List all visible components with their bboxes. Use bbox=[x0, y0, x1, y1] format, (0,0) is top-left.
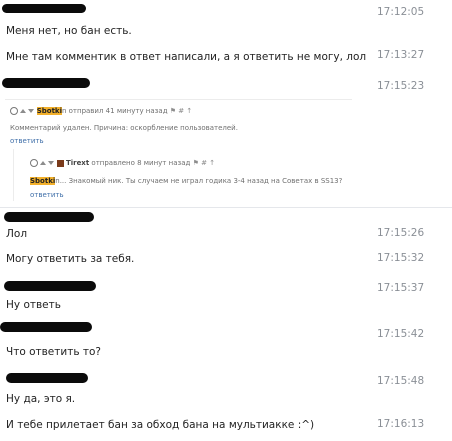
arrow-up-icon[interactable] bbox=[40, 161, 47, 165]
comment-meta: отправил 41 минуту назад bbox=[68, 107, 168, 115]
message-text: Что ответить то? bbox=[6, 346, 101, 358]
arrow-down-icon[interactable] bbox=[48, 161, 55, 165]
mention[interactable]: Sbotki bbox=[30, 177, 56, 185]
comment-header: Sbotkin отправил 41 минуту назад ⚑ # ↑ bbox=[10, 107, 192, 115]
message-text: Ну да, это я. bbox=[6, 393, 76, 405]
reply-link[interactable]: ответить bbox=[30, 191, 64, 199]
message-text: Могу ответить за тебя. bbox=[6, 253, 135, 265]
message-timestamp: 17:15:23 bbox=[377, 80, 425, 92]
arrow-down-icon[interactable] bbox=[28, 109, 35, 113]
up-small-icon[interactable]: ↑ bbox=[186, 107, 192, 115]
divider bbox=[5, 99, 352, 100]
message-text: Мне там комментик в ответ написали, а я … bbox=[6, 51, 367, 63]
clock-icon bbox=[10, 107, 18, 115]
redacted-sender-name bbox=[6, 373, 88, 383]
message-text: Меня нет, но бан есть. bbox=[6, 25, 132, 37]
comment-username[interactable]: Sbotki bbox=[36, 107, 62, 115]
redacted-sender-name bbox=[4, 281, 96, 291]
message-timestamp: 17:13:27 bbox=[377, 49, 425, 61]
flag-icon[interactable]: ⚑ bbox=[193, 159, 199, 167]
arrow-up-icon[interactable] bbox=[20, 109, 27, 113]
comment-username[interactable]: Tirext bbox=[66, 159, 89, 167]
redacted-sender-name bbox=[2, 78, 90, 88]
link-icon[interactable]: # bbox=[201, 159, 207, 167]
comment-header: Tirext отправлено 8 минут назад ⚑ # ↑ bbox=[30, 159, 215, 167]
reply-link[interactable]: ответить bbox=[10, 137, 44, 145]
comment-text: Sbotkin... Знакомый ник. Ты случаем не и… bbox=[30, 177, 342, 185]
message-timestamp: 17:12:05 bbox=[377, 6, 425, 18]
comment-text: Комментарий удален. Причина: оскорбление… bbox=[10, 124, 238, 132]
redacted-sender-name bbox=[0, 322, 92, 332]
message-timestamp: 17:16:13 bbox=[377, 418, 425, 430]
divider bbox=[0, 207, 452, 208]
message-timestamp: 17:15:37 bbox=[377, 282, 425, 294]
comment-meta: отправлено 8 минут назад bbox=[91, 159, 191, 167]
message-timestamp: 17:15:32 bbox=[377, 252, 425, 264]
flag-icon[interactable]: ⚑ bbox=[170, 107, 176, 115]
clock-icon bbox=[30, 159, 38, 167]
thread-line bbox=[13, 149, 14, 201]
message-timestamp: 17:15:48 bbox=[377, 375, 425, 387]
link-icon[interactable]: # bbox=[178, 107, 184, 115]
message-text: И тебе прилетает бан за обход бана на му… bbox=[6, 419, 315, 431]
message-timestamp: 17:15:26 bbox=[377, 227, 425, 239]
username-suffix: n bbox=[61, 107, 67, 115]
message-text: Ну ответь bbox=[6, 299, 61, 311]
redacted-sender-name bbox=[4, 212, 94, 222]
up-small-icon[interactable]: ↑ bbox=[209, 159, 215, 167]
message-timestamp: 17:15:42 bbox=[377, 328, 425, 340]
avatar bbox=[56, 159, 64, 167]
comment-body: n... Знакомый ник. Ты случаем не играл г… bbox=[55, 177, 343, 185]
redacted-sender-name bbox=[2, 4, 86, 13]
message-text: Лол bbox=[6, 228, 28, 240]
attached-screenshot[interactable]: Sbotkin отправил 41 минуту назад ⚑ # ↑ К… bbox=[5, 99, 352, 203]
